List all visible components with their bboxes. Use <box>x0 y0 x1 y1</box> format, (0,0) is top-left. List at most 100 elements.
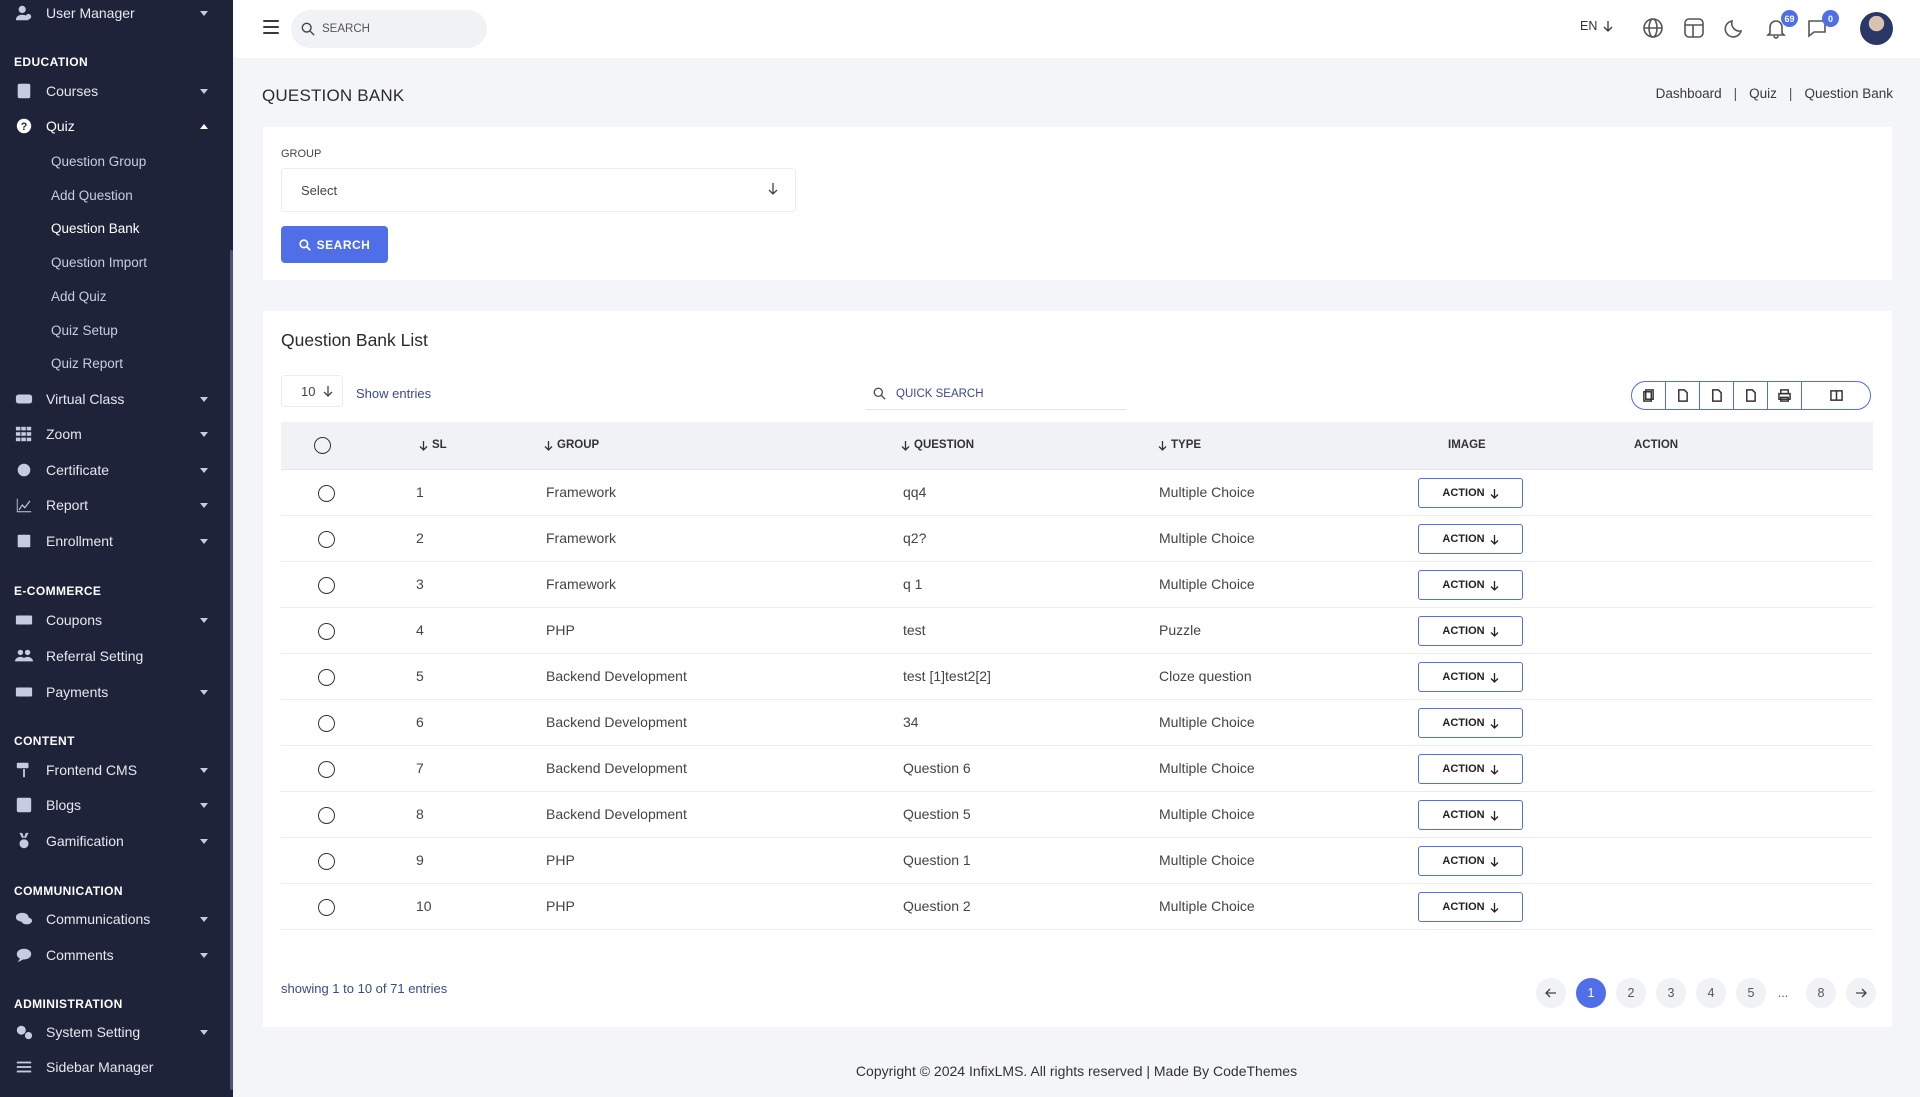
language-select[interactable]: EN <box>1580 19 1613 33</box>
sidebar-item-frontend-cms[interactable]: Frontend CMS <box>0 755 225 785</box>
copy-button[interactable] <box>1632 382 1666 409</box>
column-header-sl[interactable]: SL <box>419 439 447 451</box>
sidebar-item-system-setting[interactable]: System Setting <box>0 1017 225 1047</box>
cell-type: Puzzle <box>1159 622 1202 638</box>
sidebar-sub-add-question[interactable]: Add Question <box>51 188 133 203</box>
avatar[interactable] <box>1860 12 1893 45</box>
sidebar-item-payments[interactable]: Payments <box>0 677 225 707</box>
pdf-button[interactable] <box>1734 382 1768 409</box>
sidebar-item-virtual-class[interactable]: Virtual Class <box>0 384 225 414</box>
page-button-1[interactable]: 1 <box>1576 978 1606 1008</box>
page-button-8[interactable]: 8 <box>1806 978 1836 1008</box>
prev-page-button[interactable] <box>1536 978 1566 1008</box>
sidebar-item-communications[interactable]: Communications <box>0 904 225 934</box>
sidebar-item-comments[interactable]: Comments <box>0 940 225 970</box>
sort-arrow-icon <box>901 440 910 451</box>
sidebar-sub-question-bank[interactable]: Question Bank <box>51 221 140 236</box>
column-header-type[interactable]: TYPE <box>1158 439 1201 451</box>
row-select-radio[interactable] <box>318 531 335 548</box>
cell-group: PHP <box>546 852 575 868</box>
quick-search-input[interactable] <box>896 387 1106 400</box>
page-button-5[interactable]: 5 <box>1736 978 1766 1008</box>
sidebar-sub-quiz-setup[interactable]: Quiz Setup <box>51 323 118 338</box>
action-label: ACTION <box>1442 625 1485 637</box>
sidebar-scrollbar[interactable] <box>230 250 233 1090</box>
chevron-down-icon <box>200 503 208 508</box>
breadcrumb-separator: | <box>1788 86 1793 101</box>
row-select-radio[interactable] <box>318 715 335 732</box>
sidebar-item-certificate[interactable]: Certificate <box>0 455 225 485</box>
cell-group: PHP <box>546 622 575 638</box>
page-button-2[interactable]: 2 <box>1616 978 1646 1008</box>
column-visibility-button[interactable] <box>1802 382 1870 409</box>
sidebar-sub-add-quiz[interactable]: Add Quiz <box>51 289 107 304</box>
sidebar-item-referral[interactable]: Referral Setting <box>0 641 225 671</box>
action-button[interactable]: ACTION <box>1418 570 1523 600</box>
next-page-button[interactable] <box>1846 978 1876 1008</box>
sidebar-item-coupons[interactable]: Coupons <box>0 605 225 635</box>
action-button[interactable]: ACTION <box>1418 616 1523 646</box>
row-select-radio[interactable] <box>318 899 335 916</box>
search-icon <box>301 22 315 36</box>
action-button[interactable]: ACTION <box>1418 662 1523 692</box>
row-select-radio[interactable] <box>318 623 335 640</box>
message-badge: 0 <box>1822 10 1839 27</box>
sidebar-item-zoom[interactable]: Zoom <box>0 419 225 449</box>
sidebar-item-report[interactable]: Report <box>0 490 225 520</box>
row-select-radio[interactable] <box>318 761 335 778</box>
table-row: 10 PHP Question 2 Multiple Choice ACTION <box>281 884 1873 930</box>
print-button[interactable] <box>1768 382 1802 409</box>
action-button[interactable]: ACTION <box>1418 892 1523 922</box>
sidebar-item-label: Enrollment <box>46 533 113 549</box>
action-button[interactable]: ACTION <box>1418 800 1523 830</box>
dark-mode-icon[interactable] <box>1724 17 1748 41</box>
sidebar-item-courses[interactable]: Courses <box>0 76 225 106</box>
column-header-question[interactable]: QUESTION <box>901 439 974 451</box>
sidebar-sub-quiz-report[interactable]: Quiz Report <box>51 356 123 371</box>
page-button-4[interactable]: 4 <box>1696 978 1726 1008</box>
layout-icon[interactable] <box>1683 17 1707 41</box>
csv-button[interactable] <box>1700 382 1734 409</box>
sidebar-item-label: Coupons <box>46 612 103 628</box>
row-select-radio[interactable] <box>318 669 335 686</box>
sidebar: User Manager EDUCATION Courses ? Quiz Qu… <box>0 0 233 1097</box>
sidebar-item-blogs[interactable]: Blogs <box>0 790 225 820</box>
sidebar-item-gamification[interactable]: Gamification <box>0 826 225 856</box>
chevron-down-icon <box>200 89 208 94</box>
action-button[interactable]: ACTION <box>1418 754 1523 784</box>
sidebar-item-user-manager[interactable]: User Manager <box>0 0 225 28</box>
sidebar-sub-question-import[interactable]: Question Import <box>51 255 147 270</box>
sidebar-item-enrollment[interactable]: Enrollment <box>0 526 225 556</box>
column-header-label: QUESTION <box>914 439 975 451</box>
message-icon[interactable]: 0 <box>1806 10 1839 41</box>
globe-icon[interactable] <box>1642 17 1666 41</box>
column-header-group[interactable]: GROUP <box>544 439 599 451</box>
breadcrumb-dashboard[interactable]: Dashboard <box>1656 86 1722 101</box>
group-select[interactable]: Select <box>281 168 796 212</box>
cell-question: qq4 <box>903 484 927 500</box>
cell-type: Multiple Choice <box>1159 484 1255 500</box>
action-button[interactable]: ACTION <box>1418 708 1523 738</box>
breadcrumb-quiz[interactable]: Quiz <box>1749 86 1777 101</box>
sidebar-item-sidebar-manager[interactable]: Sidebar Manager <box>0 1052 225 1082</box>
show-entries-label: Show entries <box>356 386 432 401</box>
row-select-radio[interactable] <box>318 853 335 870</box>
action-button[interactable]: ACTION <box>1418 478 1523 508</box>
sidebar-item-quiz[interactable]: ? Quiz <box>0 111 225 141</box>
select-all-radio[interactable] <box>314 437 331 454</box>
sidebar-sub-question-group[interactable]: Question Group <box>51 154 146 169</box>
excel-button[interactable] <box>1666 382 1700 409</box>
action-button[interactable]: ACTION <box>1418 524 1523 554</box>
action-button[interactable]: ACTION <box>1418 846 1523 876</box>
top-search-input[interactable] <box>322 23 472 35</box>
menu-toggle-icon[interactable] <box>263 20 279 34</box>
row-select-radio[interactable] <box>318 807 335 824</box>
page-button-3[interactable]: 3 <box>1656 978 1686 1008</box>
action-label: ACTION <box>1442 809 1485 821</box>
row-select-radio[interactable] <box>318 577 335 594</box>
page-length-select[interactable]: 10 <box>281 375 343 407</box>
notification-bell-icon[interactable]: 69 <box>1765 10 1798 41</box>
row-select-radio[interactable] <box>318 485 335 502</box>
search-button[interactable]: SEARCH <box>281 226 388 263</box>
cell-type: Multiple Choice <box>1159 530 1255 546</box>
